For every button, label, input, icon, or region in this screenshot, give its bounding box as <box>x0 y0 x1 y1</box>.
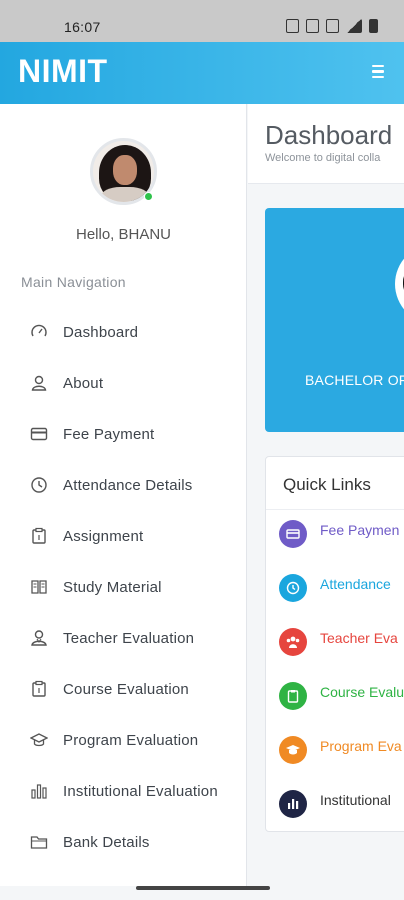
sidebar: Hello, BHANU Main Navigation Dashboard A… <box>0 104 247 886</box>
divider <box>266 509 404 510</box>
top-app-bar: NIMIT <box>0 42 404 104</box>
quick-link-label: Attendance <box>320 576 391 592</box>
sidebar-item-study-material[interactable]: Study Material <box>0 567 247 607</box>
hamburger-menu-icon[interactable] <box>372 60 388 84</box>
graduation-cap-icon <box>279 736 307 764</box>
sidebar-item-dashboard[interactable]: Dashboard <box>0 312 247 352</box>
book-icon <box>30 578 48 596</box>
quick-link-teacher-evaluation[interactable]: Teacher Eva <box>279 628 404 658</box>
student-photo <box>395 244 404 324</box>
avatar[interactable] <box>90 138 157 205</box>
bar-chart-icon <box>30 782 48 800</box>
nav-heading: Main Navigation <box>21 274 126 290</box>
page-title: Dashboard <box>265 120 393 150</box>
home-indicator[interactable] <box>136 886 270 890</box>
credit-card-icon <box>30 425 48 443</box>
sidebar-item-program-evaluation[interactable]: Program Evaluation <box>0 720 247 760</box>
quick-link-course-evaluation[interactable]: Course Evalu <box>279 682 404 712</box>
status-bar: 16:07 <box>0 0 404 42</box>
clipboard-icon <box>30 680 48 698</box>
sidebar-item-label: Teacher Evaluation <box>63 629 195 647</box>
clipboard-icon <box>279 682 307 710</box>
graduation-cap-icon <box>30 731 48 749</box>
quick-link-label: Program Eva <box>320 738 402 754</box>
sidebar-item-label: Bank Details <box>63 833 150 851</box>
sidebar-item-fee-payment[interactable]: Fee Payment <box>0 414 247 454</box>
signal-icon <box>346 19 362 33</box>
speedometer-icon <box>30 323 48 341</box>
brand-logo[interactable]: NIMIT <box>18 53 108 90</box>
credit-card-icon <box>279 520 307 548</box>
status-icons <box>286 19 378 33</box>
program-name: BACHELOR OF <box>305 372 404 388</box>
sidebar-item-teacher-evaluation[interactable]: Teacher Evaluation <box>0 618 247 658</box>
user-greeting: Hello, BHANU <box>75 226 172 243</box>
sidebar-item-label: Dashboard <box>63 323 139 341</box>
clock-icon <box>279 574 307 602</box>
sidebar-item-label: Course Evaluation <box>63 680 189 698</box>
users-icon <box>279 628 307 656</box>
folder-icon <box>30 833 48 851</box>
sidebar-item-label: About <box>63 374 104 392</box>
quick-link-label: Institutional <box>320 792 391 808</box>
user-icon <box>30 374 48 392</box>
quick-link-institutional-evaluation[interactable]: Institutional <box>279 790 404 820</box>
teacher-icon <box>30 629 48 647</box>
quick-link-program-evaluation[interactable]: Program Eva <box>279 736 404 766</box>
bar-chart-icon <box>279 790 307 818</box>
sidebar-item-bank-details[interactable]: Bank Details <box>0 822 247 862</box>
quick-links-title: Quick Links <box>283 475 371 494</box>
quick-link-fee-payment[interactable]: Fee Paymen <box>279 520 404 550</box>
page-header: Dashboard Welcome to digital colla <box>248 104 404 184</box>
quick-link-label: Course Evalu <box>320 684 404 700</box>
volte-icon <box>326 19 339 33</box>
quick-link-attendance[interactable]: Attendance <box>279 574 404 604</box>
bluetooth-icon <box>306 19 319 33</box>
sidebar-item-attendance-details[interactable]: Attendance Details <box>0 465 247 505</box>
status-time: 16:07 <box>64 19 101 35</box>
page-subtitle: Welcome to digital colla <box>265 152 381 164</box>
clock-icon <box>30 476 48 494</box>
sidebar-item-about[interactable]: About <box>0 363 247 403</box>
quick-link-label: Fee Paymen <box>320 522 400 538</box>
sidebar-item-label: Attendance Details <box>63 476 193 494</box>
quick-links-card: Quick Links Fee Paymen Attendance Teache… <box>265 456 404 832</box>
sidebar-item-assignment[interactable]: Assignment <box>0 516 247 556</box>
sidebar-item-institutional-evaluation[interactable]: Institutional Evaluation <box>0 771 247 811</box>
clipboard-icon <box>30 527 48 545</box>
sidebar-item-label: Assignment <box>63 527 144 545</box>
sidebar-item-label: Fee Payment <box>63 425 155 443</box>
sidebar-item-label: Study Material <box>63 578 162 596</box>
main-content: Dashboard Welcome to digital colla BACHE… <box>248 104 404 886</box>
nfc-icon <box>286 19 299 33</box>
quick-link-label: Teacher Eva <box>320 630 398 646</box>
profile-banner: BACHELOR OF <box>265 208 404 432</box>
battery-icon <box>369 19 378 33</box>
sidebar-item-course-evaluation[interactable]: Course Evaluation <box>0 669 247 709</box>
sidebar-item-label: Program Evaluation <box>63 731 199 749</box>
sidebar-item-label: Institutional Evaluation <box>63 782 218 800</box>
online-status-dot <box>144 192 153 201</box>
